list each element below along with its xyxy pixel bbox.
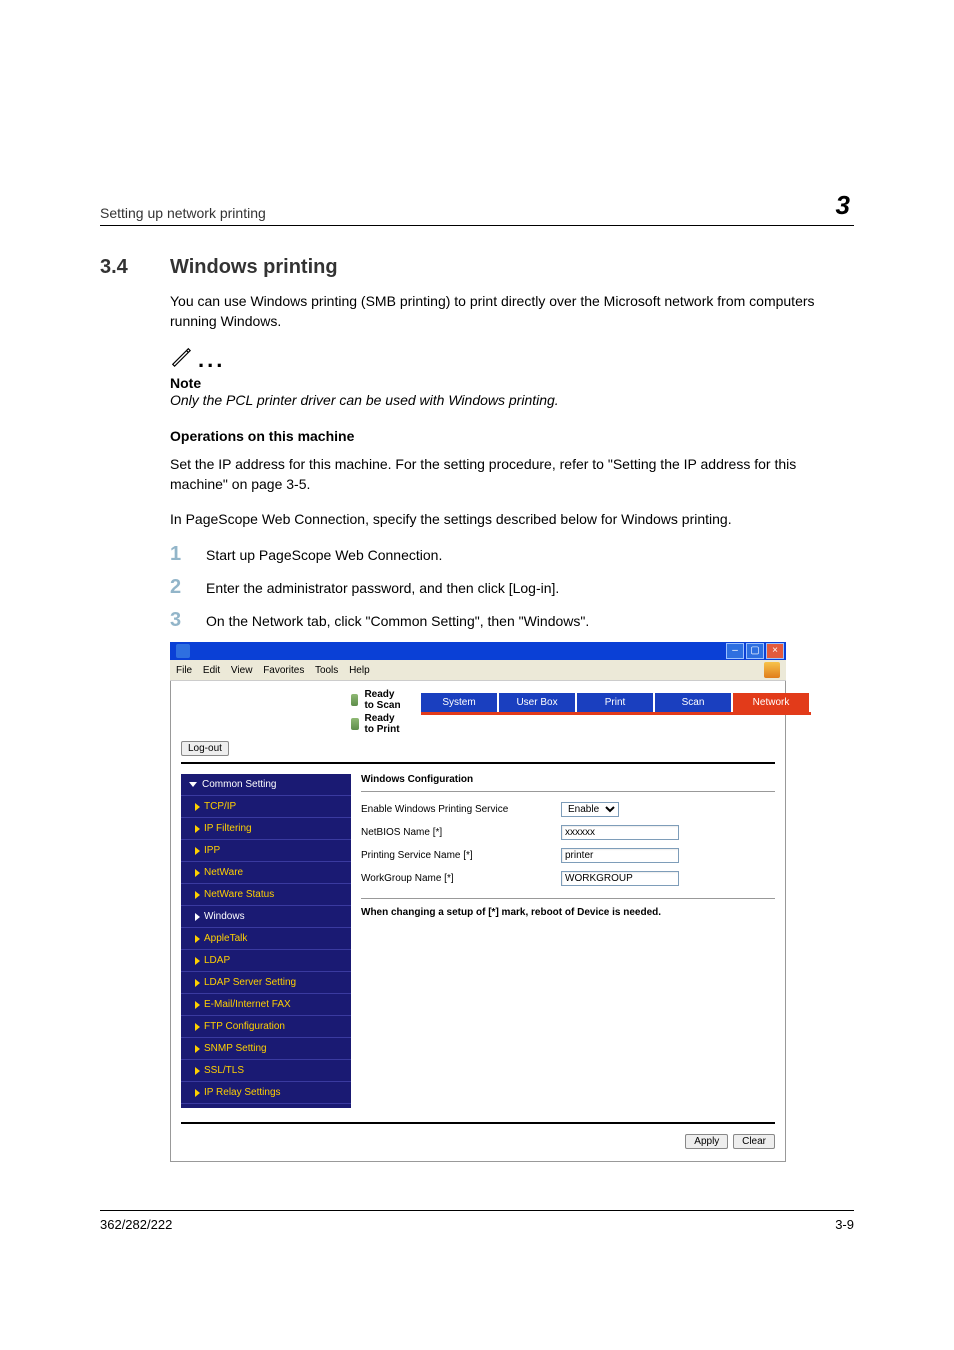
close-button[interactable]: ×	[766, 643, 784, 659]
sidebar-item-ssl-tls[interactable]: SSL/TLS	[181, 1060, 351, 1082]
sidebar-item-netware-status[interactable]: NetWare Status	[181, 884, 351, 906]
browser-logo-icon	[764, 662, 780, 678]
note-dots: ...	[198, 347, 225, 373]
workgroup-label: WorkGroup Name [*]	[361, 873, 561, 884]
step-1: 1 Start up PageScope Web Connection.	[170, 543, 854, 566]
sidebar-item-ldap[interactable]: LDAP	[181, 950, 351, 972]
sidebar: Common Setting TCP/IP IP Filtering IPP N…	[181, 774, 351, 1108]
main-panel: Windows Configuration Enable Windows Pri…	[361, 774, 775, 918]
sidebar-item-label: IPP	[204, 845, 220, 856]
sidebar-item-ip-filtering[interactable]: IP Filtering	[181, 818, 351, 840]
tab-system[interactable]: System	[421, 693, 497, 712]
status-scan: Ready to Scan	[364, 689, 401, 711]
sidebar-item-label: IP Relay Settings	[204, 1087, 281, 1098]
sidebar-header[interactable]: Common Setting	[181, 774, 351, 796]
maximize-button[interactable]: ▢	[746, 643, 764, 659]
section-title: Windows printing	[170, 256, 338, 279]
intro-paragraph: You can use Windows printing (SMB printi…	[170, 291, 854, 332]
sidebar-item-label: FTP Configuration	[204, 1021, 285, 1032]
step-text: Start up PageScope Web Connection.	[206, 546, 442, 566]
footer-right: 3-9	[835, 1217, 854, 1232]
printsvc-input[interactable]	[561, 848, 679, 863]
sidebar-item-windows[interactable]: Windows	[181, 906, 351, 928]
footer-left: 362/282/222	[100, 1217, 172, 1232]
sidebar-item-label: LDAP	[204, 955, 230, 966]
menu-file[interactable]: File	[176, 665, 192, 676]
browser-menubar: File Edit View Favorites Tools Help	[170, 660, 786, 681]
logout-button[interactable]: Log-out	[181, 741, 229, 756]
workgroup-input[interactable]	[561, 871, 679, 886]
paragraph-2: In PageScope Web Connection, specify the…	[170, 509, 854, 529]
step-text: On the Network tab, click "Common Settin…	[206, 612, 589, 632]
sidebar-item-ipp[interactable]: IPP	[181, 840, 351, 862]
sidebar-item-tcpip[interactable]: TCP/IP	[181, 796, 351, 818]
sidebar-item-label: AppleTalk	[204, 933, 247, 944]
step-number: 3	[170, 609, 206, 632]
window-titlebar: – ▢ ×	[170, 642, 786, 660]
step-2: 2 Enter the administrator password, and …	[170, 576, 854, 599]
sidebar-item-label: SSL/TLS	[204, 1065, 244, 1076]
panel-title: Windows Configuration	[361, 774, 775, 792]
netbios-input[interactable]	[561, 825, 679, 840]
note-icon	[170, 346, 192, 373]
sidebar-item-ip-relay[interactable]: IP Relay Settings	[181, 1082, 351, 1104]
sidebar-item-label: LDAP Server Setting	[204, 977, 296, 988]
paragraph-1: Set the IP address for this machine. For…	[170, 454, 854, 495]
tab-network[interactable]: Network	[733, 693, 809, 712]
menu-tools[interactable]: Tools	[315, 665, 338, 676]
menu-favorites[interactable]: Favorites	[263, 665, 304, 676]
sidebar-item-label: TCP/IP	[204, 801, 236, 812]
step-number: 2	[170, 576, 206, 599]
reboot-note: When changing a setup of [*] mark, reboo…	[361, 898, 775, 918]
printer-icon	[351, 718, 359, 730]
sidebar-item-netware[interactable]: NetWare	[181, 862, 351, 884]
sidebar-item-label: E-Mail/Internet FAX	[204, 999, 291, 1010]
printsvc-label: Printing Service Name [*]	[361, 850, 561, 861]
sidebar-item-appletalk[interactable]: AppleTalk	[181, 928, 351, 950]
netbios-label: NetBIOS Name [*]	[361, 827, 561, 838]
sidebar-item-label: NetWare	[204, 867, 243, 878]
section-heading: 3.4 Windows printing	[100, 256, 854, 279]
menu-help[interactable]: Help	[349, 665, 370, 676]
button-row: Apply Clear	[181, 1122, 775, 1149]
sidebar-item-label: Windows	[204, 911, 245, 922]
menu-view[interactable]: View	[231, 665, 253, 676]
app-icon	[176, 644, 190, 658]
browser-screenshot: – ▢ × File Edit View Favorites Tools Hel…	[170, 642, 786, 1162]
tab-print[interactable]: Print	[577, 693, 653, 712]
scanner-icon	[351, 694, 358, 706]
note-text: Only the PCL printer driver can be used …	[170, 391, 854, 411]
sidebar-item-ldap-server[interactable]: LDAP Server Setting	[181, 972, 351, 994]
section-number: 3.4	[100, 256, 170, 279]
enable-label: Enable Windows Printing Service	[361, 804, 561, 815]
minimize-button[interactable]: –	[726, 643, 744, 659]
tab-scan[interactable]: Scan	[655, 693, 731, 712]
enable-select[interactable]: Enable	[561, 802, 619, 817]
note-label: Note	[170, 375, 854, 391]
tab-user-box[interactable]: User Box	[499, 693, 575, 712]
sidebar-item-label: NetWare Status	[204, 889, 274, 900]
running-header: Setting up network printing 3	[100, 190, 854, 226]
status-print: Ready to Print	[365, 713, 401, 735]
tab-bar: System User Box Print Scan Network	[421, 693, 811, 715]
header-left: Setting up network printing	[100, 205, 266, 221]
step-3: 3 On the Network tab, click "Common Sett…	[170, 609, 854, 632]
sidebar-header-label: Common Setting	[202, 779, 276, 790]
menu-edit[interactable]: Edit	[203, 665, 220, 676]
subheading: Operations on this machine	[170, 428, 854, 444]
clear-button[interactable]: Clear	[733, 1134, 775, 1149]
page-footer: 362/282/222 3-9	[100, 1210, 854, 1232]
note-block: ... Note Only the PCL printer driver can…	[170, 346, 854, 411]
sidebar-item-label: IP Filtering	[204, 823, 252, 834]
apply-button[interactable]: Apply	[685, 1134, 728, 1149]
sidebar-item-snmp[interactable]: SNMP Setting	[181, 1038, 351, 1060]
sidebar-item-ftp[interactable]: FTP Configuration	[181, 1016, 351, 1038]
sidebar-item-email-ifax[interactable]: E-Mail/Internet FAX	[181, 994, 351, 1016]
step-number: 1	[170, 543, 206, 566]
step-text: Enter the administrator password, and th…	[206, 579, 559, 599]
chapter-number: 3	[836, 190, 854, 221]
sidebar-item-label: SNMP Setting	[204, 1043, 267, 1054]
